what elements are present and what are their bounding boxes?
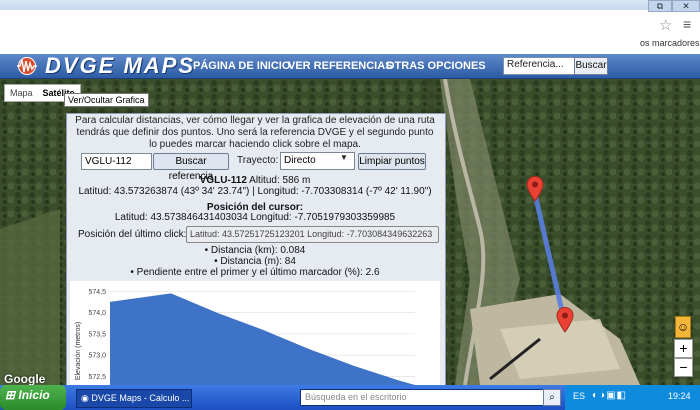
google-logo: Google bbox=[4, 372, 46, 386]
y-axis-label: Elevación (metros) bbox=[75, 322, 82, 380]
nav-home[interactable]: PÁGINA DE INICIO bbox=[193, 60, 290, 72]
reference-name: VGLU-112 bbox=[199, 175, 247, 186]
start-button[interactable]: ⊞ Inicio bbox=[5, 388, 50, 402]
site-logo[interactable]: DVGE MAPS bbox=[45, 53, 195, 79]
nav-other-options[interactable]: OTRAS OPCIONES bbox=[386, 60, 486, 72]
taskbar-window-chrome[interactable]: ◉ DVGE Maps - Calculo ... bbox=[76, 389, 192, 408]
reference-info: VGLU-112 Altitud: 586 m bbox=[72, 175, 438, 186]
clear-points-button[interactable]: Limpiar puntos bbox=[358, 153, 426, 170]
y-tick-label: 573,5 bbox=[88, 331, 106, 338]
logo-wave-icon bbox=[17, 57, 37, 75]
toggle-chart-tooltip[interactable]: Ver/Ocultar Grafica bbox=[64, 93, 149, 107]
reference-search-input[interactable]: Referencia... bbox=[503, 57, 575, 75]
search-button[interactable]: Buscar bbox=[574, 57, 608, 75]
cursor-coordinates: Latitud: 43.573846431403034 Longitud: -7… bbox=[114, 212, 396, 223]
tray-icons[interactable]: ◐◑▣◧ bbox=[592, 390, 627, 401]
street-view-pegman-icon[interactable]: ☺ bbox=[675, 316, 691, 338]
elevation-chart: 574,5 574,0 573,5 573,0 572,5 Elevación (met… bbox=[70, 281, 440, 385]
browser-tab-strip bbox=[0, 0, 700, 10]
reference-altitude: Altitud: 586 m bbox=[249, 175, 311, 186]
windows-flag-icon: ⊞ bbox=[5, 388, 19, 402]
chevron-down-icon[interactable]: ▼ bbox=[340, 153, 348, 162]
browser-menu-icon[interactable]: ≡ bbox=[683, 16, 691, 32]
clock: 19:24 bbox=[668, 391, 691, 401]
reference-code-input[interactable]: VGLU-112 bbox=[81, 153, 152, 170]
y-tick-label: 572,5 bbox=[88, 374, 106, 381]
distance-km: • Distancia (km): 0.084 bbox=[204, 245, 306, 256]
restore-window-button[interactable]: ⧉ bbox=[648, 0, 672, 12]
route-type-label: Trayecto: bbox=[237, 155, 279, 166]
last-click-label: Posición del último click: bbox=[78, 229, 187, 240]
other-bookmarks-link[interactable]: os marcadores bbox=[640, 38, 700, 48]
map-type-map[interactable]: Mapa bbox=[5, 85, 38, 101]
slope-percent: • Pendiente entre el primer y el último … bbox=[130, 267, 380, 278]
instructions-text: Para calcular distancias, ver cómo llega… bbox=[75, 115, 435, 150]
zoom-in-button[interactable]: + bbox=[674, 339, 693, 358]
click-marker-pin-icon[interactable] bbox=[556, 307, 574, 333]
search-icon[interactable]: ⌕ bbox=[543, 389, 561, 406]
bookmark-star-icon[interactable]: ☆ bbox=[659, 16, 672, 34]
close-window-button[interactable]: ✕ bbox=[672, 0, 700, 12]
y-tick-label: 573,0 bbox=[88, 353, 106, 360]
y-tick-label: 574,0 bbox=[88, 310, 106, 317]
chrome-icon: ◉ bbox=[81, 393, 92, 403]
last-click-field[interactable]: Latitud: 43.57251725123201 Longitud: -7.… bbox=[186, 226, 439, 243]
desktop-search-input[interactable]: Búsqueda en el escritorio bbox=[300, 389, 544, 406]
zoom-out-button[interactable]: − bbox=[674, 358, 693, 377]
search-reference-button[interactable]: Buscar referencia bbox=[153, 153, 229, 182]
reference-marker-pin-icon[interactable] bbox=[526, 176, 544, 202]
language-indicator[interactable]: ES bbox=[573, 391, 585, 401]
y-tick-label: 574,5 bbox=[88, 289, 106, 296]
reference-coordinates: Latitud: 43.573263874 (43º 34' 23.74") |… bbox=[78, 186, 432, 197]
distance-m: • Distancia (m): 84 bbox=[214, 256, 296, 267]
nav-references[interactable]: VER REFERENCIAS bbox=[288, 60, 393, 72]
